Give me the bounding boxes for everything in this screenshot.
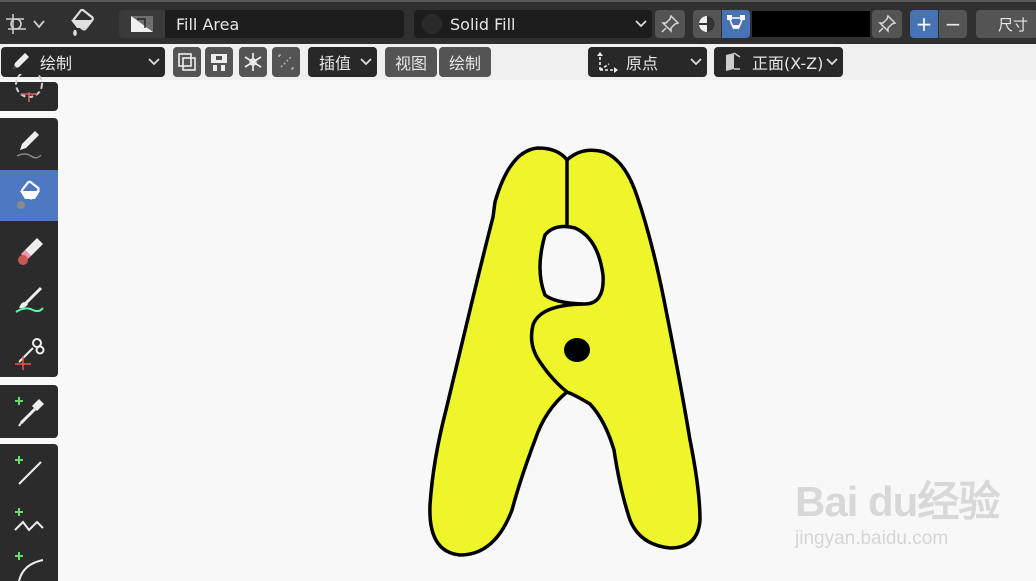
minus-icon: −: [944, 12, 962, 36]
chevron-down-icon: [148, 58, 160, 66]
menu-view-label: 视图: [394, 54, 427, 73]
fill-style-toggle[interactable]: [693, 10, 721, 38]
freeze-button[interactable]: [239, 47, 267, 77]
plus-icon: +: [915, 12, 933, 36]
watermark-main: Bai du经验: [795, 478, 1000, 525]
tool-cutter[interactable]: [0, 326, 58, 377]
line-icon: [15, 455, 42, 485]
toolbar-group-eyedropper: [0, 385, 58, 438]
tool-eyedropper[interactable]: [0, 385, 58, 436]
size-field[interactable]: 尺寸: [976, 10, 1036, 38]
layer-toggle-button[interactable]: [173, 47, 201, 77]
tool-line[interactable]: [0, 444, 58, 495]
plane-icon: [726, 52, 741, 71]
tool-draw[interactable]: [0, 118, 58, 169]
paint-bucket-icon: [17, 180, 40, 209]
toolbar-group-primitives: [0, 444, 58, 581]
interpolate-label: 插值: [319, 54, 352, 73]
stroke-style-toggle[interactable]: [722, 10, 750, 38]
pin-color-button[interactable]: [872, 10, 902, 38]
grease-pencil-icon: [6, 14, 45, 34]
axis-origin-icon: [597, 52, 618, 73]
toolbar-group-select: [0, 74, 58, 111]
pin-icon: [661, 14, 680, 33]
chevron-down-icon: [826, 58, 838, 66]
eraser-icon: [18, 237, 43, 265]
toolbar-group-draw: [0, 118, 58, 377]
brush-icon: [15, 286, 44, 313]
expand-icon: [278, 54, 294, 70]
remove-button[interactable]: −: [939, 10, 967, 38]
size-label: 尺寸: [998, 15, 1029, 34]
tool-tint[interactable]: [0, 274, 58, 325]
editor-type-selector[interactable]: [4, 11, 46, 37]
tool-erase[interactable]: [0, 222, 58, 273]
tool-polyline[interactable]: [0, 496, 58, 547]
shading-icon: [699, 16, 715, 32]
material-preview-icon: [119, 10, 165, 38]
color-swatch[interactable]: [752, 11, 870, 37]
menu-draw-label: 绘制: [448, 54, 481, 73]
vertex-color-icon: [727, 15, 745, 30]
tool-fill[interactable]: [0, 170, 58, 221]
watermark-sub: jingyan.baidu.com: [795, 528, 949, 549]
arc-icon: [15, 552, 44, 581]
chevron-down-icon: [635, 20, 647, 28]
fill-mode-label: Solid Fill: [450, 14, 516, 34]
scissors-icon: [15, 337, 45, 370]
material-name: Fill Area: [176, 14, 240, 34]
layers-icon: [178, 53, 196, 71]
chevron-down-icon: [360, 58, 372, 66]
tool-settings-bar: 绘制 插值 视图 绘制 原点 正面(X-Z): [0, 44, 1036, 80]
orientation-label: 正面(X-Z): [752, 54, 824, 73]
pin-button[interactable]: [655, 10, 685, 38]
fill-mode-swatch-icon: [422, 14, 442, 34]
add-button[interactable]: +: [910, 10, 938, 38]
multiframe-icon: [211, 54, 227, 71]
letter-a-drawing: [428, 146, 702, 557]
autolock-button[interactable]: [272, 47, 300, 77]
pencil-icon: [13, 53, 29, 69]
paint-bucket-icon[interactable]: [64, 7, 98, 41]
eyedropper-icon: [15, 396, 44, 427]
cursor-icon: [15, 74, 43, 102]
pencil-icon: [16, 130, 42, 158]
orientation-dropdown[interactable]: 正面(X-Z): [714, 47, 843, 77]
chevron-down-icon: [690, 58, 702, 66]
hole-dot: [564, 338, 590, 362]
tool-arc[interactable]: [0, 548, 58, 581]
pin-icon: [878, 14, 897, 33]
viewport-canvas[interactable]: Bai du经验 jingyan.baidu.com: [58, 80, 1036, 581]
header-bar: Fill Area Solid Fill + − 尺寸: [0, 0, 1036, 44]
polyline-icon: [14, 507, 44, 532]
menu-draw[interactable]: 绘制: [439, 47, 491, 77]
multiframe-button[interactable]: [205, 47, 233, 77]
origin-label: 原点: [626, 54, 659, 73]
material-name-field[interactable]: Fill Area: [119, 10, 404, 38]
origin-dropdown[interactable]: 原点: [588, 47, 707, 77]
interpolate-dropdown[interactable]: 插值: [308, 47, 377, 77]
snowflake-icon: [244, 53, 262, 71]
menu-view[interactable]: 视图: [385, 47, 437, 77]
fill-mode-dropdown[interactable]: Solid Fill: [414, 10, 652, 38]
watermark: Bai du经验 jingyan.baidu.com: [795, 468, 1000, 563]
tool-cursor[interactable]: [0, 71, 58, 111]
